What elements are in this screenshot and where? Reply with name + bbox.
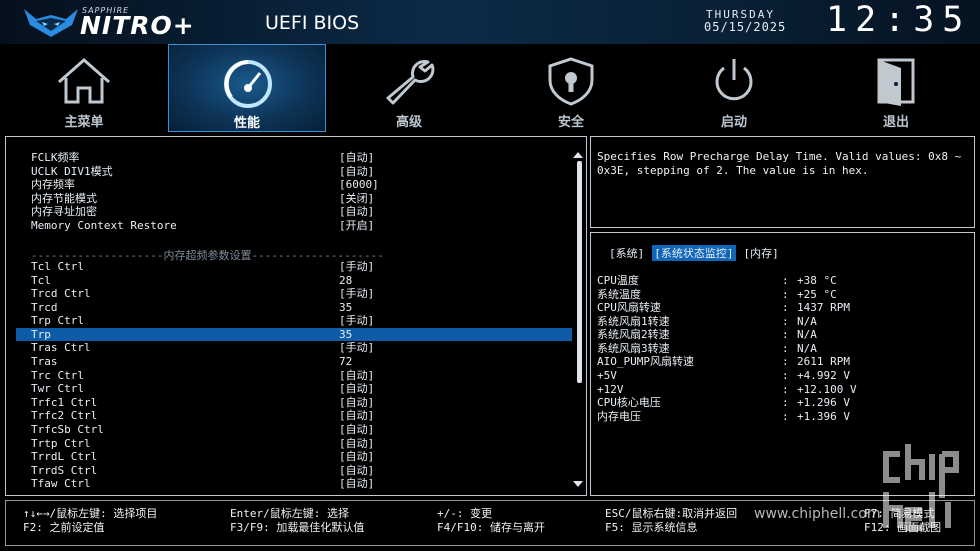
setting-memory-power-saving[interactable]: 内存节能模式 [关闭] <box>31 192 566 205</box>
tab-label: 性能 <box>233 116 260 131</box>
tab-label: 高级 <box>395 115 422 130</box>
setting-trrdl-ctrl[interactable]: TrrdL Ctrl [自动] <box>31 450 566 463</box>
key-hint-previous-values: F2: 之前设定值 <box>23 521 105 534</box>
setting-uclk-div1-mode[interactable]: UCLK DIV1模式 [自动] <box>31 165 566 178</box>
tab-label: 启动 <box>720 115 747 130</box>
shield-lock-icon <box>548 57 594 106</box>
monitor-row-cpu-temp: CPU温度: +38 °C <box>597 274 837 287</box>
monitor-row-12v: +12V: +12.100 V <box>597 383 857 396</box>
watermark-text: www.chiphell.com <box>754 506 881 522</box>
scrollbar-thumb[interactable] <box>577 161 582 383</box>
monitor-tab-status[interactable]: [系统状态监控] <box>652 245 736 261</box>
tab-label: 安全 <box>557 115 584 130</box>
setting-trfcsb-ctrl[interactable]: TrfcSb Ctrl [自动] <box>31 423 566 436</box>
setting-tras[interactable]: Tras 72 <box>31 355 566 368</box>
clock-text: 12:35 <box>826 0 972 40</box>
setting-trc-ctrl[interactable]: Trc Ctrl [自动] <box>31 369 566 382</box>
scroll-up-arrow-icon[interactable] <box>573 152 583 158</box>
date-text: 05/15/2025 <box>704 20 787 34</box>
help-panel: Specifies Row Precharge Delay Time. Vali… <box>590 136 975 228</box>
key-hint-system-info: F5: 显示系统信息 <box>605 521 698 534</box>
monitor-row-system-temp: 系统温度: +25 °C <box>597 288 837 301</box>
power-icon <box>715 59 753 101</box>
monitor-row-cpu-fan: CPU风扇转速:1437 RPM <box>597 301 850 314</box>
setting-trrds-ctrl[interactable]: TrrdS Ctrl [自动] <box>31 464 566 477</box>
monitor-row-cpu-vcore: CPU核心电压: +1.296 V <box>597 396 850 409</box>
key-hint-save-exit: F4/F10: 储存与离开 <box>437 521 545 534</box>
help-description: Specifies Row Precharge Delay Time. Vali… <box>597 150 962 177</box>
setting-fclk-frequency[interactable]: FCLK频率 [自动] <box>31 151 566 164</box>
setting-trfc1-ctrl[interactable]: Trfc1 Ctrl [自动] <box>31 396 566 409</box>
setting-twr-ctrl[interactable]: Twr Ctrl [自动] <box>31 382 566 395</box>
setting-trfc2-ctrl[interactable]: Trfc2 Ctrl [自动] <box>31 409 566 422</box>
setting-trtp-ctrl[interactable]: Trtp Ctrl [自动] <box>31 437 566 450</box>
brand-logo-text: NITRO+ <box>80 11 195 40</box>
setting-memory-context-restore[interactable]: Memory Context Restore [开启] <box>31 219 566 232</box>
setting-memory-address-encryption[interactable]: 内存寻址加密 [自动] <box>31 205 566 218</box>
setting-tcl-ctrl[interactable]: Tcl Ctrl [手动] <box>31 260 566 273</box>
home-icon <box>58 58 110 104</box>
header-bar: SAPPHIRE NITRO+ UEFI BIOS THURSDAY 05/15… <box>0 0 980 44</box>
exit-door-icon <box>877 58 915 106</box>
sapphire-logo-icon <box>24 9 78 37</box>
tab-label: 退出 <box>882 115 909 130</box>
monitor-tab-memory[interactable]: [内存] <box>742 245 781 261</box>
tab-label: 主菜单 <box>64 115 104 130</box>
tab-security[interactable]: 安全 <box>496 44 646 132</box>
monitor-row-sys-fan1: 系统风扇1转速: N/A <box>597 315 817 328</box>
tab-boot[interactable]: 启动 <box>659 44 809 132</box>
monitor-tabs: [系统] [系统状态监控] [内存] <box>607 245 787 261</box>
setting-memory-frequency[interactable]: 内存频率 [6000] <box>31 178 566 191</box>
scroll-down-arrow-icon[interactable] <box>573 481 583 487</box>
setting-tfaw-ctrl[interactable]: Tfaw Ctrl [自动] <box>31 477 566 490</box>
tab-exit[interactable]: 退出 <box>821 44 971 132</box>
bios-title: UEFI BIOS <box>265 12 360 34</box>
tab-advanced[interactable]: 高级 <box>334 44 484 132</box>
monitor-row-sys-fan2: 系统风扇2转速: N/A <box>597 328 817 341</box>
setting-trp-ctrl[interactable]: Trp Ctrl [手动] <box>31 314 566 327</box>
setting-trcd[interactable]: Trcd 35 <box>31 301 566 314</box>
tab-main[interactable]: 主菜单 <box>9 44 159 132</box>
setting-tcl[interactable]: Tcl 28 <box>31 274 566 287</box>
settings-panel: FCLK频率 [自动] UCLK DIV1模式 [自动] 内存频率 [6000] 内存… <box>5 136 587 496</box>
monitor-row-aio-pump: AIO_PUMP风扇转速:2611 RPM <box>597 355 850 368</box>
wrench-icon <box>386 60 435 105</box>
monitor-row-5v: +5V: +4.992 V <box>597 369 850 382</box>
setting-trcd-ctrl[interactable]: Trcd Ctrl [手动] <box>31 287 566 300</box>
monitor-row-dram-voltage: 内存电压: +1.396 V <box>597 410 850 423</box>
monitor-row-sys-fan3: 系统风扇3转速: N/A <box>597 342 817 355</box>
chiphell-watermark-logo-icon <box>883 444 959 531</box>
speedometer-icon <box>224 60 272 108</box>
setting-tras-ctrl[interactable]: Tras Ctrl [手动] <box>31 341 566 354</box>
key-hint-load-defaults: F3/F9: 加载最佳化默认值 <box>230 521 365 534</box>
tab-performance[interactable]: 性能 <box>168 44 326 132</box>
setting-trp-selected[interactable]: Trp 35 <box>16 328 572 341</box>
monitor-tab-system[interactable]: [系统] <box>607 245 646 261</box>
